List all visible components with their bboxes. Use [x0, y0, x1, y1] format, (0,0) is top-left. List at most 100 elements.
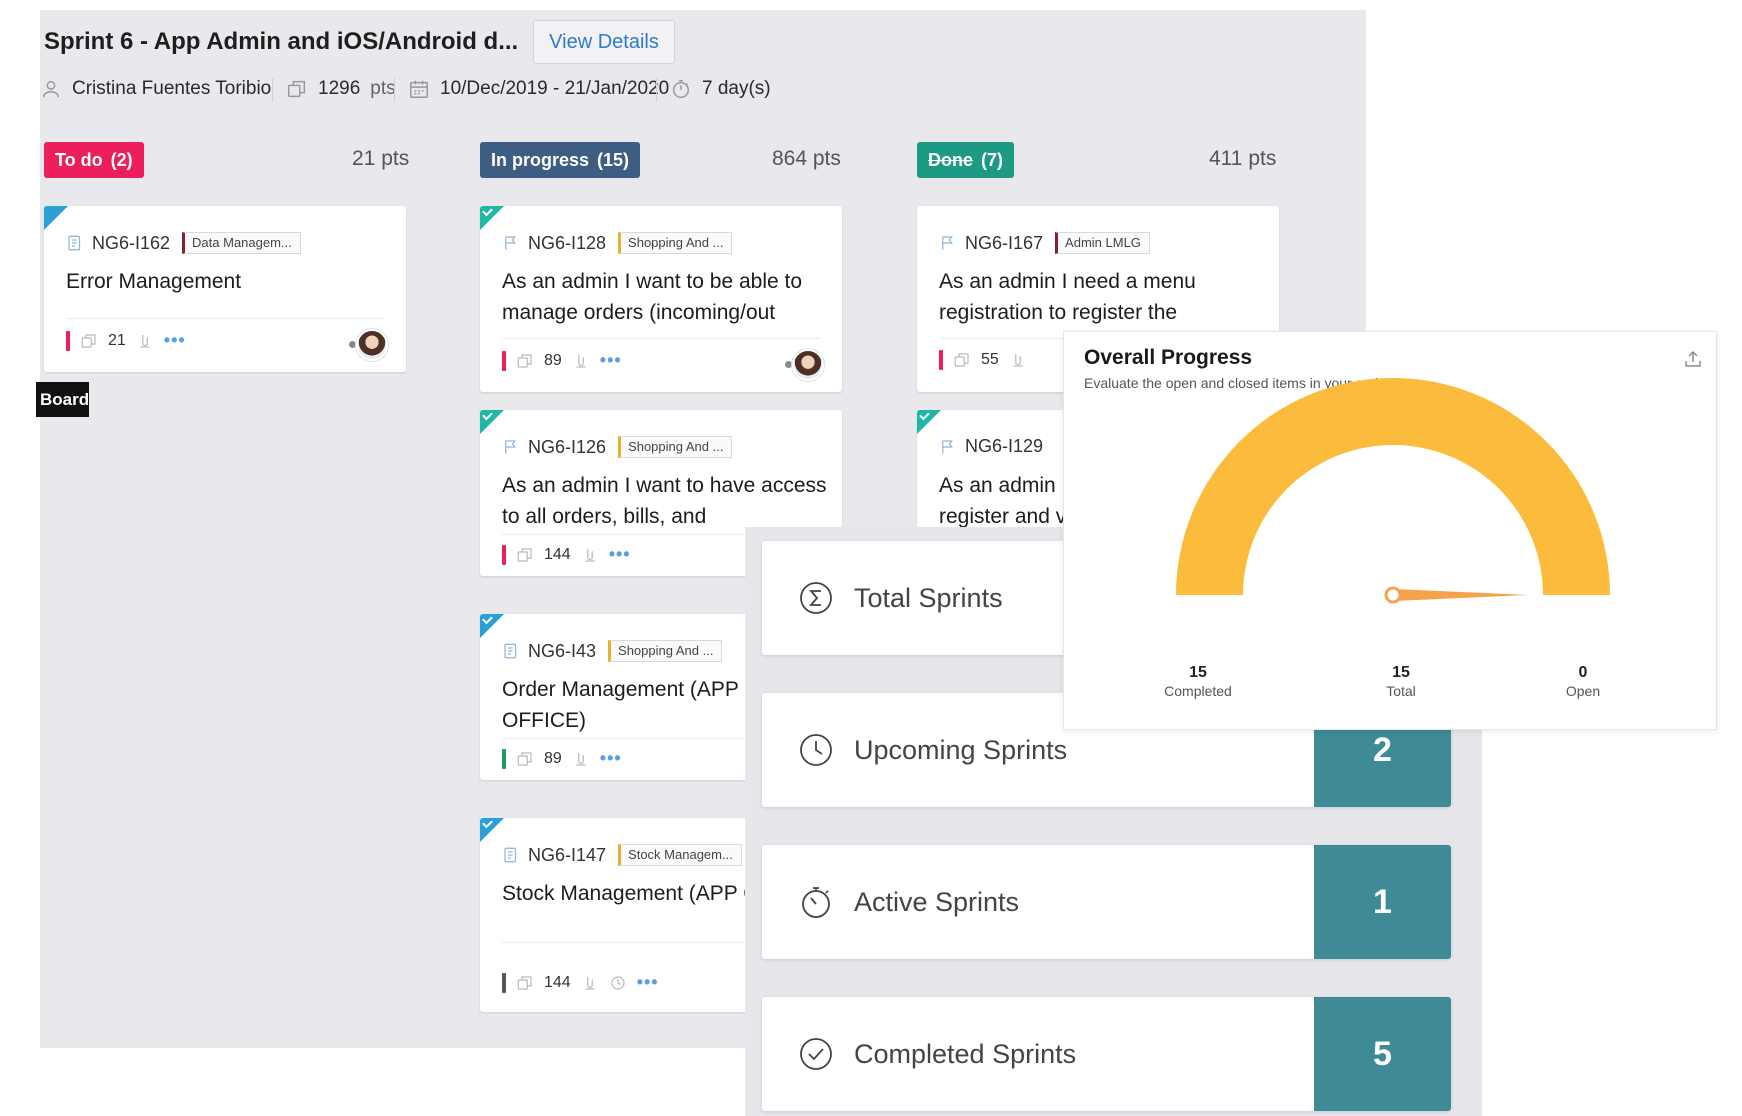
sprint-owner-name: Cristina Fuentes Toribio	[72, 78, 272, 99]
attachment-icon[interactable]	[581, 974, 599, 992]
priority-indicator	[502, 544, 506, 565]
card-id[interactable]: NG6-I126	[528, 437, 606, 458]
story-icon	[502, 846, 520, 864]
column-header-in-progress[interactable]: In progress (15)	[480, 142, 641, 178]
stat-value: 5	[1314, 997, 1451, 1111]
stat-label: Upcoming Sprints	[854, 734, 1068, 765]
card-title: As an admin I register and v	[939, 474, 1068, 528]
card-title: As an admin I want to have access to all…	[502, 474, 827, 528]
more-options-icon[interactable]: •••	[600, 748, 622, 769]
card-corner	[44, 206, 68, 230]
flag-icon	[939, 234, 957, 252]
view-details-button[interactable]: View Details	[533, 20, 675, 64]
timer-icon[interactable]	[609, 974, 627, 992]
card-title: As an admin I need a menu registration t…	[939, 270, 1196, 324]
attachment-icon[interactable]	[581, 546, 599, 564]
sprint-title: Sprint 6 - App Admin and iOS/Android d..…	[44, 28, 519, 55]
points-icon	[516, 546, 534, 564]
clock-icon	[798, 732, 834, 768]
more-options-icon[interactable]: •••	[164, 330, 186, 351]
flag-icon	[939, 438, 957, 456]
card-id[interactable]: NG6-I43	[528, 641, 596, 662]
user-icon	[40, 78, 62, 100]
story-card[interactable]: NG6-I162 Data Managem... Error Managemen…	[44, 206, 406, 372]
sprint-points-value: 1296	[318, 78, 361, 99]
more-options-icon[interactable]: •••	[600, 350, 622, 371]
column-header-todo[interactable]: To do (2)	[44, 142, 144, 178]
card-points: 89	[544, 351, 562, 369]
completed-label: Completed	[1164, 683, 1232, 699]
card-title: As an admin I want to be able to manage …	[502, 270, 803, 324]
priority-indicator	[66, 330, 70, 351]
card-corner	[480, 614, 504, 638]
total-label: Total	[1386, 683, 1416, 699]
points-icon	[953, 351, 971, 369]
card-divider	[66, 318, 384, 319]
stat-active-sprints[interactable]: Active Sprints 1	[762, 845, 1451, 959]
card-tag: Shopping And ...	[608, 640, 723, 662]
attachment-icon[interactable]	[572, 750, 590, 768]
meta-divider	[656, 78, 657, 102]
card-corner	[480, 206, 504, 230]
check-circle-icon	[798, 1036, 834, 1072]
sprint-duration-value: 7 day(s)	[702, 78, 771, 99]
overall-progress-panel: Overall Progress Evaluate the open and c…	[1063, 331, 1717, 730]
more-options-icon[interactable]: •••	[609, 544, 631, 565]
card-tag: Admin LMLG	[1055, 232, 1150, 254]
card-id[interactable]: NG6-I147	[528, 845, 606, 866]
points-icon	[286, 78, 308, 100]
open-value: 0	[1578, 664, 1588, 681]
story-icon	[66, 234, 84, 252]
card-id[interactable]: NG6-I167	[965, 233, 1043, 254]
stat-label: Completed Sprints	[854, 1038, 1077, 1069]
card-tag: Shopping And ...	[618, 436, 733, 458]
card-id[interactable]: NG6-I128	[528, 233, 606, 254]
board-tab[interactable]: Board	[36, 382, 89, 417]
priority-indicator	[502, 350, 506, 371]
card-corner	[480, 818, 504, 842]
total-value: 15	[1392, 664, 1410, 681]
stat-label: Active Sprints	[854, 886, 1020, 917]
card-tag: Stock Managem...	[618, 844, 742, 866]
gauge-needle	[1393, 589, 1528, 601]
more-options-icon[interactable]: •••	[637, 972, 659, 993]
attachment-icon[interactable]	[136, 332, 154, 350]
status-dot	[349, 341, 356, 348]
stat-completed-sprints[interactable]: Completed Sprints 5	[762, 997, 1451, 1111]
stat-value: 1	[1314, 845, 1451, 959]
points-icon	[516, 352, 534, 370]
column-label: Done	[928, 149, 973, 170]
gauge-arc	[1176, 378, 1610, 595]
card-points: 55	[981, 351, 999, 368]
avatar[interactable]	[356, 329, 388, 361]
attachment-icon[interactable]	[1009, 351, 1027, 369]
priority-indicator	[939, 350, 943, 370]
column-header-done[interactable]: Done (7)	[917, 142, 1014, 178]
sprint-owner: Cristina Fuentes Toribio	[40, 74, 271, 104]
sprint-date-range: 10/Dec/2019 - 21/Jan/2020	[440, 78, 670, 99]
avatar[interactable]	[792, 349, 824, 381]
meta-divider	[272, 78, 273, 102]
priority-indicator	[502, 972, 506, 993]
card-points: 144	[544, 973, 571, 991]
card-corner	[917, 410, 941, 434]
points-icon	[80, 332, 98, 350]
story-card[interactable]: NG6-I128 Shopping And ... As an admin I …	[480, 206, 842, 392]
column-label: In progress	[491, 149, 590, 170]
card-corner	[480, 410, 504, 434]
sprint-dates: 10/Dec/2019 - 21/Jan/2020	[408, 74, 669, 104]
card-id[interactable]: NG6-I162	[92, 233, 170, 254]
stopwatch-icon	[670, 78, 692, 100]
sigma-icon	[798, 580, 834, 616]
column-count: (7)	[981, 149, 1003, 170]
attachment-icon[interactable]	[572, 352, 590, 370]
open-label: Open	[1565, 683, 1601, 699]
column-label: To do	[55, 149, 103, 170]
card-id[interactable]: NG6-I129	[965, 436, 1043, 457]
card-points: 89	[544, 749, 562, 767]
column-points-todo: 21 pts	[352, 147, 410, 170]
timer-icon	[798, 884, 834, 920]
card-divider	[502, 338, 820, 339]
points-icon	[516, 974, 534, 992]
flag-icon	[502, 438, 520, 456]
